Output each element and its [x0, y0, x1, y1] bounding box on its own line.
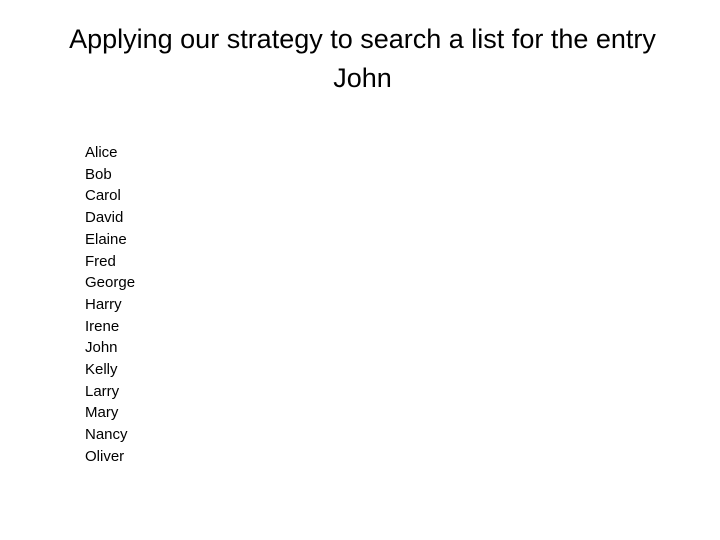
list-item: Carol	[85, 187, 121, 205]
list-item: Mary	[85, 404, 119, 422]
name-list: Alice Bob Carol David Elaine Fred George…	[85, 142, 135, 468]
list-item: Harry	[85, 295, 122, 313]
list-item: Nancy	[85, 426, 128, 444]
list-item: Bob	[85, 165, 112, 183]
slide: Applying our strategy to search a list f…	[0, 0, 720, 540]
list-item: Oliver	[85, 447, 125, 465]
slide-title: Applying our strategy to search a list f…	[69, 24, 656, 93]
list-item: Fred	[85, 252, 116, 270]
list-item: David	[85, 209, 124, 227]
list-item: George	[85, 274, 136, 292]
list-item: Larry	[85, 382, 120, 400]
list-item: John	[85, 339, 118, 357]
list-item: Kelly	[85, 361, 118, 379]
list-item: Elaine	[85, 230, 127, 248]
list-item: Alice	[85, 144, 118, 161]
list-item: Irene	[85, 317, 120, 335]
